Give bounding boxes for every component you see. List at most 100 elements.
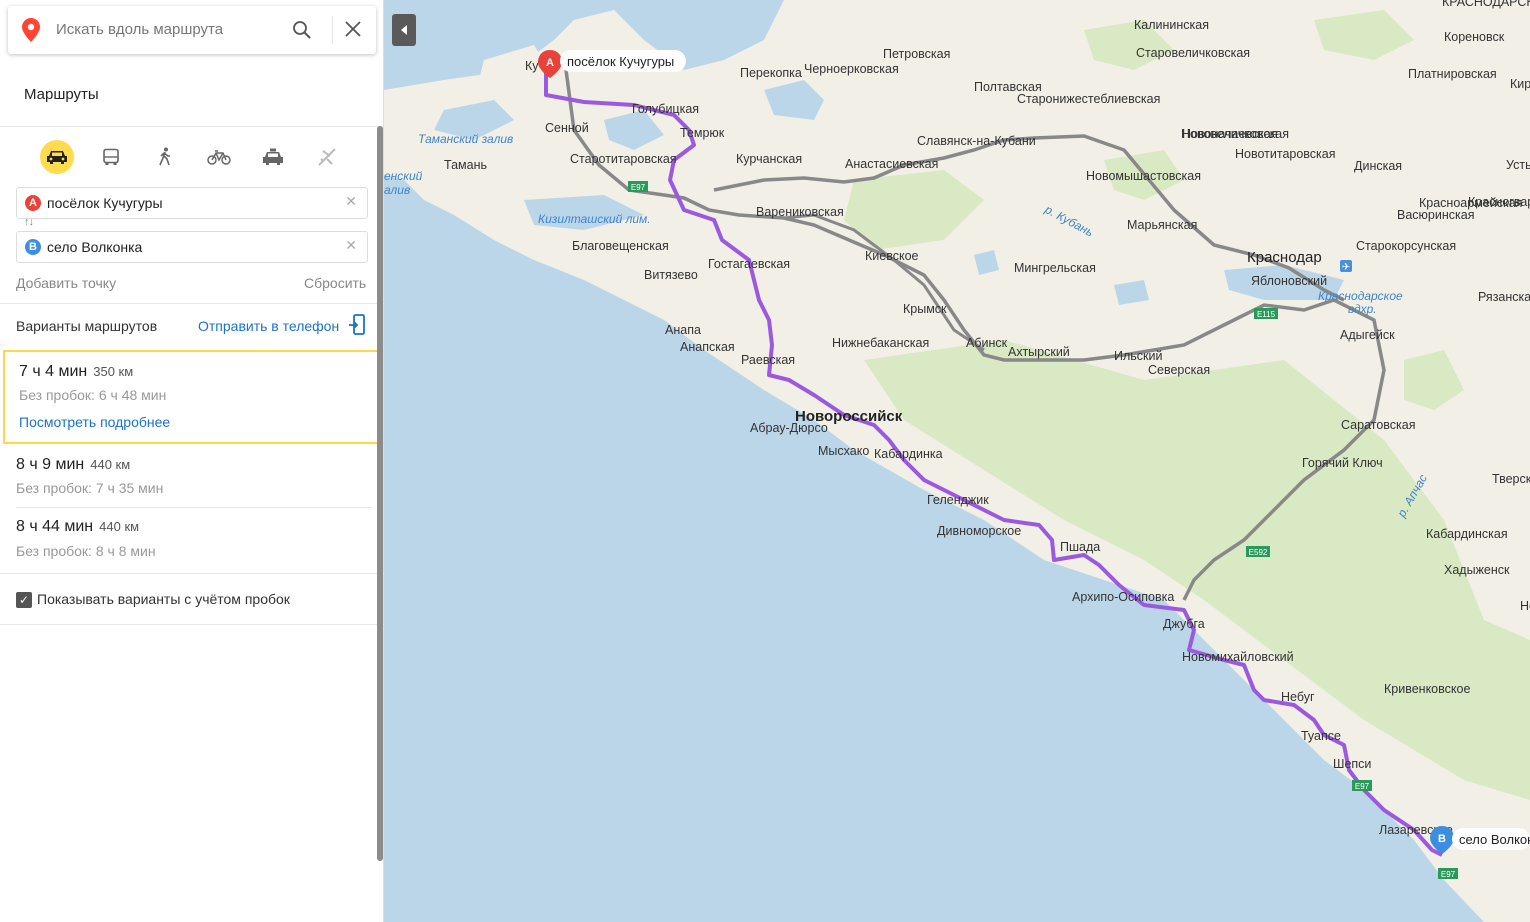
point-b-field[interactable]: B село Волконка ✕ [16, 231, 368, 263]
road-shield-label: E97 [631, 183, 646, 192]
clear-point-a-icon[interactable]: ✕ [345, 193, 357, 210]
town-label: Пшада [1060, 540, 1100, 554]
town-label: Ильский [1114, 349, 1162, 363]
phone-icon[interactable] [348, 314, 366, 341]
mode-car-button[interactable] [40, 140, 74, 174]
search-icon[interactable] [292, 20, 312, 45]
mode-walk-button[interactable] [148, 140, 182, 174]
town-label: Кабардинка [874, 447, 943, 461]
town-label: Анапская [680, 340, 735, 354]
send-to-phone-link[interactable]: Отправить в телефон [198, 318, 339, 334]
panel-scrollbar[interactable] [377, 126, 383, 861]
swap-points-icon[interactable]: ↑↓ [24, 216, 34, 228]
route-option-3[interactable]: 8 ч 44 мин 440 км Без пробок: 8 ч 8 мин [0, 508, 378, 572]
route-no-traffic: Без пробок: 8 ч 8 мин [16, 543, 156, 559]
town-label-city: Краснодар [1247, 249, 1322, 266]
search-input[interactable]: Искать вдоль маршрута [56, 21, 223, 38]
town-label: Славянск-на-Кубани [917, 134, 1036, 148]
start-label: посёлок Кучугуры [567, 54, 674, 69]
route-distance: 440 км [99, 519, 140, 534]
mode-bike-button[interactable] [202, 140, 236, 174]
collapse-panel-button[interactable] [392, 14, 416, 46]
chevron-left-icon [401, 25, 407, 35]
route-panel: Искать вдоль маршрута Маршруты A посёлок… [0, 0, 384, 922]
town-label: Черноерковская [804, 62, 899, 76]
town-label: Динская [1354, 159, 1402, 173]
point-a-input[interactable]: посёлок Кучугуры [47, 195, 163, 211]
divider [0, 303, 384, 304]
route-distance: 440 км [90, 457, 131, 472]
route-time: 8 ч 9 мин 440 км [16, 456, 130, 474]
town-label: Темрюк [680, 126, 725, 140]
town-label: Ку [525, 59, 539, 73]
map-canvas[interactable]: E97 E115 E592 E97 E97 Таманский залив Ки… [384, 0, 1530, 922]
town-label: Киевское [865, 249, 919, 263]
road-shield: E592 [1246, 546, 1270, 557]
town-label: Марьянская [1127, 218, 1197, 232]
car-icon [47, 151, 67, 164]
end-label: село Волконк [1459, 832, 1530, 847]
town-label: Новомихайловский [1182, 650, 1294, 664]
road-shield: E97 [628, 181, 648, 192]
road-shield: E115 [1254, 308, 1278, 319]
traffic-checkbox[interactable]: ✓ [16, 592, 32, 608]
clear-point-b-icon[interactable]: ✕ [345, 237, 357, 254]
town-label: Курчанская [736, 152, 802, 166]
mode-taxi-button[interactable] [256, 140, 290, 174]
town-label: Адыгейск [1340, 328, 1395, 342]
town-label: Вареникoвская [756, 205, 844, 219]
add-point-link[interactable]: Добавить точку [16, 275, 116, 291]
point-b-input[interactable]: село Волконка [47, 239, 142, 255]
water-label: Краснодарское [1318, 289, 1403, 303]
reset-link[interactable]: Сбросить [304, 275, 366, 291]
yandex-maps-logo-icon [22, 18, 40, 47]
town-label: Анапа [665, 323, 701, 337]
route-distance: 350 км [93, 364, 134, 379]
water-label: енский [384, 169, 423, 183]
end-marker-badge: B [1438, 833, 1446, 845]
airport-icon: ✈ [1340, 260, 1352, 273]
taxi-icon [263, 148, 283, 165]
town-label: Хадыженск [1444, 563, 1510, 577]
town-label: Анастасиевская [845, 157, 938, 171]
route-option-2[interactable]: 8 ч 9 мин 440 км Без пробок: 7 ч 35 мин [0, 445, 378, 507]
close-icon[interactable] [344, 20, 362, 43]
road-shield-label: E115 [1257, 310, 1276, 319]
town-label: Старовеличковская [1136, 46, 1250, 60]
route-details-link[interactable]: Посмотреть подробнее [19, 414, 170, 430]
town-label: Голубицкая [632, 102, 699, 116]
route-option-1[interactable]: 7 ч 4 мин 350 км Без пробок: 6 ч 48 мин П… [3, 350, 380, 444]
mode-plane-button[interactable] [310, 140, 344, 174]
town-label: Старонижестеблиевская [1017, 92, 1160, 106]
route-search-box[interactable]: Искать вдоль маршрута [8, 6, 376, 54]
town-label: Васюринская [1397, 208, 1474, 222]
point-a-field[interactable]: A посёлок Кучугуры ✕ [16, 187, 368, 219]
bicycle-icon [207, 150, 231, 165]
routes-title: Маршруты [24, 86, 99, 103]
town-label: Витязево [644, 268, 698, 282]
town-label: Кабардинская [1426, 527, 1508, 541]
divider [0, 573, 384, 574]
town-label: Раевская [741, 353, 795, 367]
point-a-badge: A [25, 195, 41, 211]
town-label: Мингрельская [1014, 261, 1096, 275]
town-label: Старотитаровская [570, 152, 677, 166]
mode-bus-button[interactable] [94, 140, 128, 174]
start-marker-badge: A [546, 57, 554, 69]
town-label: Шепси [1333, 757, 1371, 771]
water-label: алив [384, 183, 410, 197]
transport-modes [40, 140, 364, 174]
route-no-traffic: Без пробок: 7 ч 35 мин [16, 480, 164, 496]
route-time: 7 ч 4 мин 350 км [19, 363, 133, 381]
town-label: Джубга [1163, 617, 1205, 631]
town-label: Новотитаровская [1235, 147, 1336, 161]
map-svg: E97 E115 E592 E97 E97 Таманский залив Ки… [384, 0, 1530, 922]
town-label: Перекопка [740, 66, 802, 80]
pedestrian-icon [159, 147, 170, 166]
end-marker[interactable]: B село Волконк [1430, 826, 1530, 854]
traffic-checkbox-label[interactable]: Показывать варианты с учётом пробок [37, 591, 290, 607]
town-label: Рязанская [1478, 290, 1530, 304]
route-no-traffic: Без пробок: 6 ч 48 мин [19, 387, 167, 403]
town-label: КРАСНОДАРСК [1442, 0, 1530, 9]
route-time-value: 8 ч 44 мин [16, 518, 94, 535]
